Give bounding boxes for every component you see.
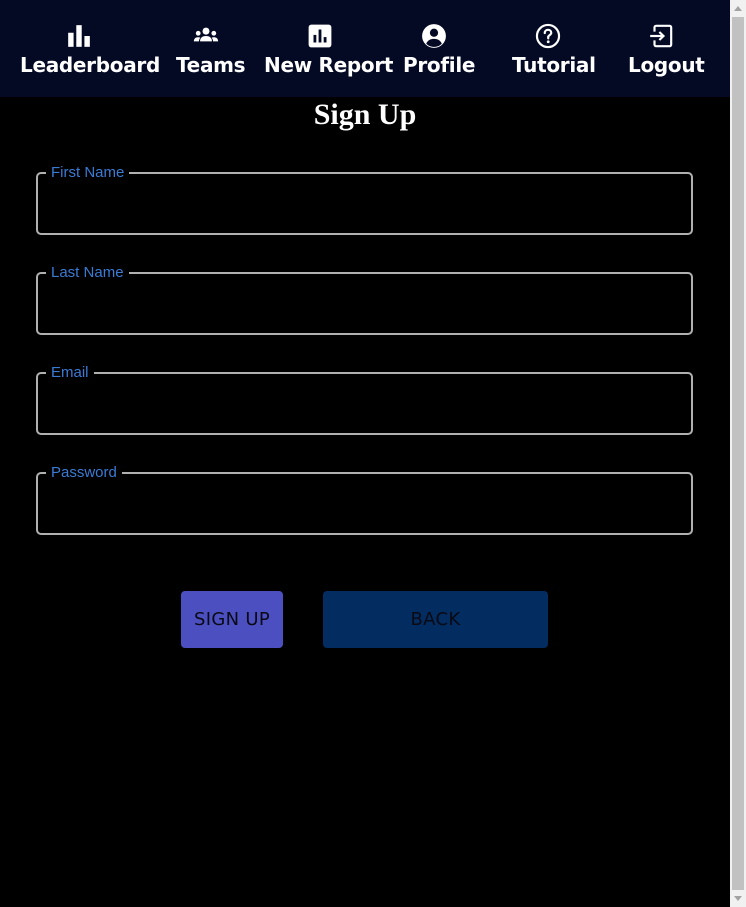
leaderboard-icon bbox=[68, 25, 90, 47]
nav-item-new-report[interactable]: New Report bbox=[260, 0, 394, 97]
last-name-label: Last Name bbox=[51, 264, 124, 281]
email-label: Email bbox=[51, 364, 89, 381]
scroll-down-arrow-icon[interactable] bbox=[734, 896, 742, 901]
last-name-field[interactable]: Last Name bbox=[36, 265, 693, 335]
vertical-scrollbar[interactable] bbox=[730, 0, 746, 907]
last-name-input[interactable] bbox=[50, 285, 679, 321]
password-field[interactable]: Password bbox=[36, 465, 693, 535]
page-title: Sign Up bbox=[313, 98, 417, 131]
assessment-icon bbox=[308, 24, 332, 48]
nav-label-logout: Logout bbox=[628, 53, 705, 77]
page: Leaderboard Teams New Report Profile Tut… bbox=[0, 0, 730, 907]
nav-item-teams[interactable]: Teams bbox=[166, 0, 246, 97]
nav-label-profile: Profile bbox=[403, 53, 476, 77]
nav-label-tutorial: Tutorial bbox=[512, 53, 596, 77]
back-button[interactable]: BACK bbox=[323, 591, 548, 648]
sign-up-button[interactable]: SIGN UP bbox=[181, 591, 283, 648]
first-name-field[interactable]: First Name bbox=[36, 165, 693, 235]
nav-item-tutorial[interactable]: Tutorial bbox=[507, 0, 596, 97]
help-circle-icon bbox=[535, 23, 561, 49]
first-name-input[interactable] bbox=[50, 185, 679, 221]
first-name-label: First Name bbox=[51, 164, 125, 181]
account-circle-icon bbox=[422, 24, 446, 48]
scroll-up-arrow-icon[interactable] bbox=[734, 6, 742, 11]
nav-label-leaderboard: Leaderboard bbox=[20, 53, 160, 77]
password-label: Password bbox=[51, 464, 117, 481]
scrollbar-thumb[interactable] bbox=[732, 17, 744, 890]
nav-item-profile[interactable]: Profile bbox=[398, 0, 475, 97]
nav-item-leaderboard[interactable]: Leaderboard bbox=[8, 0, 160, 97]
nav-label-new-report: New Report bbox=[264, 53, 394, 77]
logout-icon bbox=[650, 24, 673, 48]
groups-icon bbox=[193, 27, 219, 42]
nav-item-logout[interactable]: Logout bbox=[622, 0, 705, 97]
email-input[interactable] bbox=[50, 385, 679, 421]
nav-label-teams: Teams bbox=[176, 53, 246, 77]
email-field[interactable]: Email bbox=[36, 365, 693, 435]
password-input[interactable] bbox=[50, 485, 679, 521]
top-navbar: Leaderboard Teams New Report Profile Tut… bbox=[0, 0, 730, 97]
